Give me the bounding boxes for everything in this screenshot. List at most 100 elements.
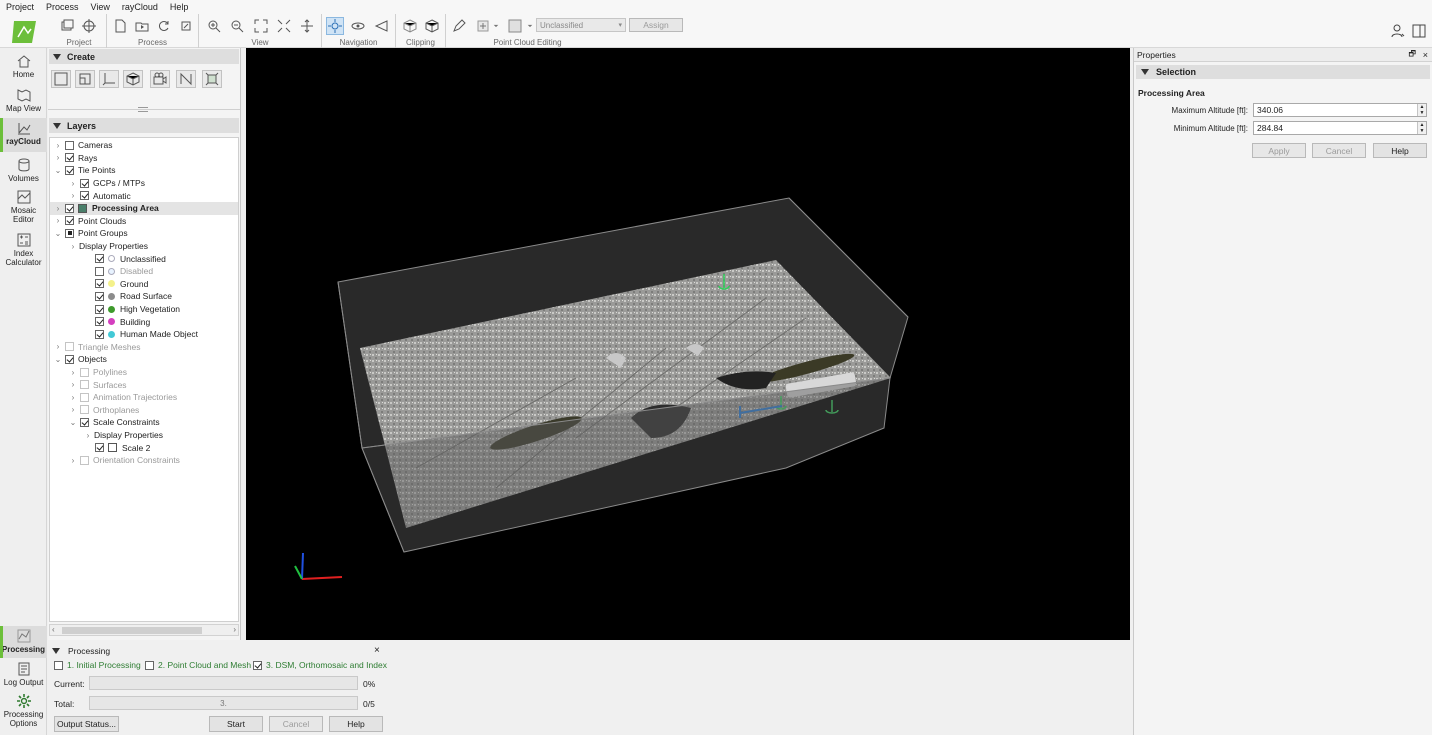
min-altitude-field[interactable]: 284.84 ▲ ▼ [1253,121,1427,135]
layer-row[interactable]: › Display Properties [50,240,238,253]
layer-visibility-checkbox[interactable] [80,392,89,402]
chevron-right-icon[interactable]: › [69,393,77,402]
layer-visibility-checkbox[interactable] [95,317,104,327]
sidebar-item-log-output[interactable]: Log Output [0,662,47,687]
layer-row[interactable]: ⌄ Objects [50,353,238,366]
close-processing-icon[interactable]: × [374,645,380,656]
point-cloud-scene[interactable] [246,48,1130,640]
step3-checkbox-row[interactable]: 3. DSM, Orthomosaic and Index [253,660,387,670]
create-header[interactable]: Create [49,49,239,64]
layer-row[interactable]: High Vegetation [50,303,238,316]
layer-row[interactable]: › Polylines [50,366,238,379]
panel-splitter[interactable] [48,106,240,113]
open-project-button[interactable] [58,17,76,35]
chevron-down-icon[interactable]: ⌄ [54,166,62,175]
processing-header[interactable]: Processing [52,646,110,656]
chevron-right-icon[interactable]: › [69,191,77,200]
new-polyline-button[interactable] [75,70,95,88]
layer-row[interactable]: › GCPs / MTPs [50,177,238,190]
reoptimize-button[interactable] [155,17,173,35]
account-button[interactable] [1389,22,1407,40]
layer-row[interactable]: › Triangle Meshes [50,341,238,354]
min-altitude-spinner[interactable]: ▲ ▼ [1417,122,1426,134]
layer-row[interactable]: › Automatic [50,189,238,202]
layers-header[interactable]: Layers [49,118,239,133]
cancel-button[interactable]: Cancel [1312,143,1366,158]
chevron-right-icon[interactable]: › [84,431,92,440]
layer-visibility-checkbox[interactable] [65,354,74,364]
layer-visibility-checkbox[interactable] [95,254,104,264]
layers-horizontal-scrollbar[interactable]: ‹ › [49,624,239,636]
close-icon[interactable]: × [1423,50,1428,60]
rotate-view-button[interactable] [298,17,316,35]
run-processing-button[interactable] [133,17,151,35]
clipping-edit-button[interactable] [423,17,441,35]
assign-button[interactable]: Assign [629,18,683,32]
chevron-right-icon[interactable]: › [54,141,62,150]
menu-view[interactable]: View [91,2,110,12]
add-to-selection-button[interactable] [474,17,492,35]
new-scale-constraint-button[interactable] [99,70,119,88]
apply-button[interactable]: Apply [1252,143,1306,158]
layer-visibility-checkbox[interactable] [80,178,89,188]
selection-header[interactable]: Selection [1136,65,1430,79]
layer-visibility-checkbox[interactable] [65,203,74,213]
chevron-right-icon[interactable]: › [69,368,77,377]
undock-icon[interactable]: 🗗 [1408,48,1416,62]
scrollbar-thumb[interactable] [62,627,202,634]
first-person-navigation-button[interactable] [349,17,367,35]
layer-row[interactable]: ⌄ Point Groups [50,227,238,240]
layer-row[interactable]: ⌄ Tie Points [50,164,238,177]
zoom-extent-button[interactable] [252,17,270,35]
layer-row[interactable]: Human Made Object [50,328,238,341]
clipping-box-button[interactable] [401,17,419,35]
help-processing-button[interactable]: Help [329,716,383,732]
fit-selection-button[interactable] [275,17,293,35]
menu-help[interactable]: Help [170,2,189,12]
layer-row[interactable]: Building [50,315,238,328]
layer-row[interactable]: › Point Clouds [50,215,238,228]
layer-visibility-checkbox[interactable] [65,153,74,163]
step2-checkbox[interactable] [145,660,154,670]
step1-checkbox[interactable] [54,660,63,670]
new-orientation-button[interactable] [176,70,196,88]
layer-visibility-checkbox[interactable] [65,228,74,238]
layer-visibility-checkbox[interactable] [95,329,104,339]
chevron-right-icon[interactable]: › [54,204,62,213]
max-altitude-field[interactable]: 340.06 ▲ ▼ [1253,103,1427,117]
layer-row[interactable]: Disabled [50,265,238,278]
chevron-right-icon[interactable]: › [69,380,77,389]
selection-shape-dropdown[interactable] [526,17,534,35]
edit-densified-points-button[interactable] [450,17,468,35]
layer-row[interactable]: › Surfaces [50,378,238,391]
new-volume-button[interactable] [123,70,143,88]
fly-navigation-button[interactable] [372,17,390,35]
chevron-right-icon[interactable]: › [69,456,77,465]
sidebar-item-mosaic-editor[interactable]: Mosaic Editor [0,190,47,224]
layer-row[interactable]: Road Surface [50,290,238,303]
layer-visibility-checkbox[interactable] [80,380,89,390]
gcp-manager-button[interactable] [80,17,98,35]
layer-row[interactable]: › Processing Area [50,202,238,215]
layer-visibility-checkbox[interactable] [95,291,104,301]
max-altitude-spinner[interactable]: ▲ ▼ [1417,104,1426,116]
scroll-right-icon[interactable]: › [233,625,236,634]
layer-visibility-checkbox[interactable] [95,266,104,276]
sidebar-item-raycloud[interactable]: rayCloud [0,118,47,152]
chevron-down-icon[interactable]: ⌄ [54,229,62,238]
help-button[interactable]: Help [1373,143,1427,158]
cancel-processing-button[interactable]: Cancel [269,716,323,732]
selection-mode-dropdown[interactable] [492,17,500,35]
sidebar-item-index-calculator[interactable]: Index Calculator [0,233,47,267]
layer-visibility-checkbox[interactable] [80,417,89,427]
layer-visibility-checkbox[interactable] [80,367,89,377]
layer-visibility-checkbox[interactable] [65,165,74,175]
step1-checkbox-row[interactable]: 1. Initial Processing [54,660,141,670]
layer-row[interactable]: Unclassified [50,252,238,265]
rematch-button[interactable] [177,17,195,35]
chevron-down-icon[interactable]: ⌄ [69,418,77,427]
start-button[interactable]: Start [209,716,263,732]
process-options-button[interactable] [111,17,129,35]
layer-visibility-checkbox[interactable] [95,443,104,453]
chevron-right-icon[interactable]: › [69,179,77,188]
